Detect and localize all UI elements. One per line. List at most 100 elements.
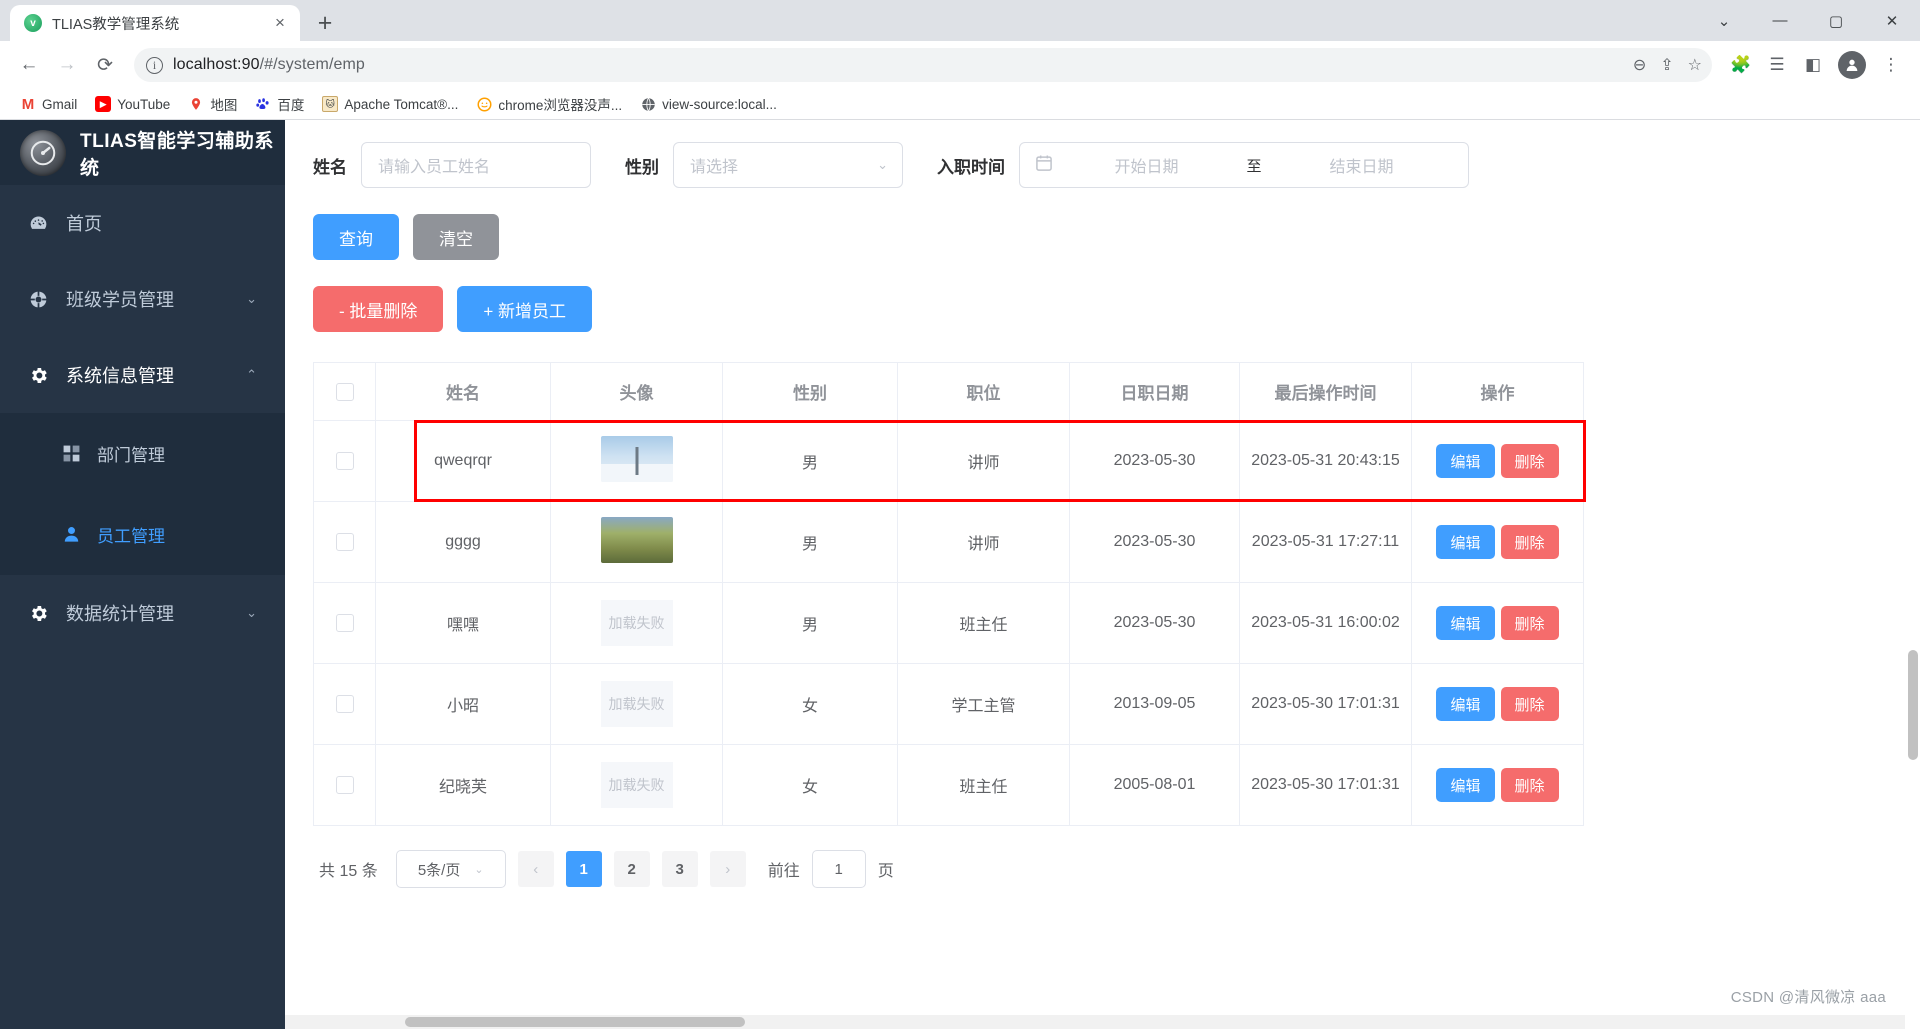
col-position: 职位 [897, 362, 1070, 421]
cell-avatar [550, 420, 723, 502]
row-checkbox[interactable] [335, 532, 354, 551]
browser-menu-icon[interactable]: ⋮ [1874, 48, 1908, 82]
page-button-1[interactable]: 1 [565, 851, 602, 887]
cell-avatar: 加载失败 [550, 744, 723, 826]
table-row: 嘿嘿 加载失败 男 班主任 2023-05-30 2023-05-31 16:0… [313, 582, 1584, 664]
speedometer-logo-icon [20, 129, 66, 176]
youtube-icon: ▶ [95, 96, 112, 112]
sidebar-item-department[interactable]: 部门管理 [0, 413, 285, 494]
bookmark-tomcat[interactable]: 🐱 Apache Tomcat®... [314, 92, 466, 116]
bookmark-chrome-sound[interactable]: chrome浏览器没声... [468, 90, 630, 118]
edit-button[interactable]: 编辑 [1436, 768, 1495, 802]
sidebar-item-label: 系统信息管理 [66, 366, 174, 386]
share-icon[interactable]: ⇪ [1660, 55, 1673, 75]
cell-last-operation: 2023-05-31 20:43:15 [1239, 420, 1412, 502]
reading-list-icon[interactable]: ☰ [1760, 48, 1794, 82]
chrome-sound-icon [476, 96, 492, 112]
row-checkbox[interactable] [335, 613, 354, 632]
add-employee-button[interactable]: + 新增员工 [457, 286, 593, 332]
delete-button[interactable]: 删除 [1500, 525, 1559, 559]
total-count-label: 共 15 条 [319, 863, 378, 880]
select-all-checkbox[interactable] [335, 383, 354, 402]
sidebar-item-employee[interactable]: 员工管理 [0, 494, 285, 575]
edit-button[interactable]: 编辑 [1436, 687, 1495, 721]
avatar-image[interactable] [600, 435, 673, 482]
cell-position: 学工主管 [897, 663, 1070, 745]
prev-page-button[interactable]: ‹ [517, 851, 554, 887]
page-button-2[interactable]: 2 [613, 851, 650, 887]
window-close-button[interactable]: ✕ [1864, 0, 1920, 41]
extensions-icon[interactable]: 🧩 [1724, 48, 1758, 82]
cell-gender: 女 [722, 663, 898, 745]
new-tab-button[interactable]: + [308, 6, 342, 40]
delete-button[interactable]: 删除 [1500, 768, 1559, 802]
row-checkbox[interactable] [335, 694, 354, 713]
site-info-icon[interactable]: i [146, 56, 163, 74]
sidebar-item-label: 部门管理 [97, 446, 165, 465]
delete-button[interactable]: 删除 [1500, 606, 1559, 640]
delete-button[interactable]: 删除 [1500, 444, 1559, 478]
row-checkbox[interactable] [335, 775, 354, 794]
clear-button[interactable]: 清空 [413, 214, 499, 260]
bookmark-youtube[interactable]: ▶ YouTube [87, 92, 178, 116]
employee-table-container: 姓名 头像 性别 职位 日职日期 最后操作时间 操作 qweqrqr 男 讲师 … [313, 362, 1878, 826]
horizontal-scrollbar[interactable] [285, 1015, 1905, 1029]
row-checkbox[interactable] [335, 451, 354, 470]
main-content: 姓名 请输入员工姓名 性别 请选择 ⌄ 入职时间 开始日期 至 结束日期 查询 … [285, 120, 1920, 1029]
sidebar-item-class-student[interactable]: 班级学员管理 ⌄ [0, 261, 285, 337]
side-panel-icon[interactable]: ◧ [1796, 48, 1830, 82]
chevron-down-icon[interactable]: ⌄ [1696, 0, 1752, 41]
cell-name: gggg [375, 501, 551, 583]
gender-select[interactable]: 请选择 ⌄ [673, 142, 903, 188]
page-size-select[interactable]: 5条/页 ⌄ [395, 850, 506, 888]
chevron-down-icon: ⌄ [474, 863, 484, 876]
name-filter-label: 姓名 [313, 157, 347, 177]
search-button[interactable]: 查询 [313, 214, 399, 260]
back-icon[interactable]: ← [12, 48, 46, 82]
forward-icon[interactable]: → [50, 48, 84, 82]
edit-button[interactable]: 编辑 [1436, 606, 1495, 640]
batch-delete-button[interactable]: - 批量删除 [313, 286, 444, 332]
vertical-scrollbar[interactable] [1905, 120, 1920, 1029]
zoom-icon[interactable]: ⊖ [1633, 55, 1646, 75]
employee-table: 姓名 头像 性别 职位 日职日期 最后操作时间 操作 qweqrqr 男 讲师 … [313, 362, 1584, 826]
hiredate-range-picker[interactable]: 开始日期 至 结束日期 [1019, 142, 1469, 188]
maximize-button[interactable]: ▢ [1808, 0, 1864, 41]
minimize-button[interactable]: — [1752, 0, 1808, 41]
avatar-image[interactable] [600, 516, 673, 563]
row-select-cell [313, 582, 376, 664]
bookmark-label: Gmail [42, 96, 78, 112]
page-button-3[interactable]: 3 [661, 851, 698, 887]
sidebar-item-data-stats[interactable]: 数据统计管理 ⌄ [0, 575, 285, 651]
edit-button[interactable]: 编辑 [1436, 525, 1495, 559]
reload-icon[interactable]: ⟳ [88, 48, 122, 82]
next-page-button[interactable]: › [709, 851, 746, 887]
url-path: /#/system/emp [259, 56, 365, 73]
bookmarks-bar: M Gmail ▶ YouTube 地图 百度 🐱 Apache Tomcat®… [0, 89, 1920, 120]
horizontal-scroll-thumb[interactable] [405, 1017, 745, 1027]
edit-button[interactable]: 编辑 [1436, 444, 1495, 478]
table-header-row: 姓名 头像 性别 职位 日职日期 最后操作时间 操作 [313, 362, 1584, 421]
vertical-scroll-thumb[interactable] [1908, 650, 1918, 760]
sidebar-item-system-info[interactable]: 系统信息管理 ⌃ [0, 337, 285, 413]
application-viewport: TLIAS智能学习辅助系统 首页 班级学员管理 ⌄ 系统信息管理 ⌃ 部门管理 … [0, 120, 1920, 1029]
bookmark-star-icon[interactable]: ☆ [1688, 55, 1702, 75]
gmail-icon: M [21, 95, 35, 113]
name-search-input[interactable]: 请输入员工姓名 [361, 142, 591, 188]
sidebar-menu: 首页 班级学员管理 ⌄ 系统信息管理 ⌃ 部门管理 员工管理 数据统计管理 ⌄ [0, 185, 285, 651]
close-icon[interactable]: × [270, 13, 290, 33]
select-all-header [313, 362, 376, 421]
delete-button[interactable]: 删除 [1500, 687, 1559, 721]
row-select-cell [313, 744, 376, 826]
profile-avatar[interactable] [1838, 51, 1866, 79]
bookmark-gmail[interactable]: M Gmail [12, 92, 85, 116]
bookmark-baidu[interactable]: 百度 [247, 90, 312, 118]
address-bar[interactable]: i localhost:90/#/system/emp ⊖ ⇪ ☆ [134, 48, 1712, 82]
page-size-value: 5条/页 [417, 861, 461, 879]
sidebar-item-home[interactable]: 首页 [0, 185, 285, 261]
browser-tab[interactable]: v TLIAS教学管理系统 × [10, 5, 300, 41]
bookmark-view-source[interactable]: view-source:local... [632, 92, 785, 116]
cell-operations: 编辑 删除 [1411, 582, 1584, 664]
goto-page-input[interactable]: 1 [811, 850, 866, 888]
bookmark-maps[interactable]: 地图 [180, 90, 245, 118]
